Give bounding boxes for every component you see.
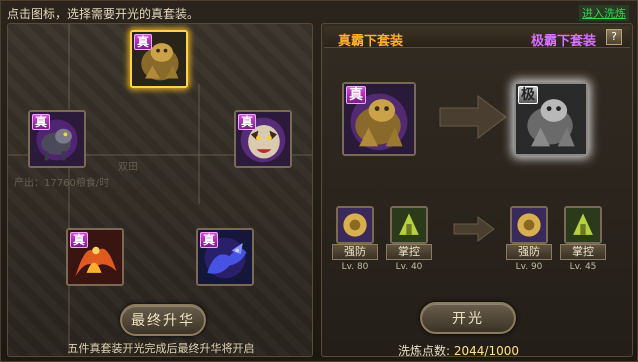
equipment-slot-bottom-left[interactable]: 真 — [66, 228, 124, 286]
skill-name: 强防 — [506, 244, 552, 260]
suit-selection-panel: 双田 产出：17760粮食/时 真 真 真 真 真 最终升华 五件真套装开光完成… — [7, 23, 313, 357]
current-suit-title: 真霸下套装 — [338, 34, 404, 49]
points-label: 洗炼点数: — [398, 344, 451, 358]
window-frame: 点击图标，选择需要开光的真套装。 进入洗炼 双田 产出：17760粮食/时 真 — [0, 0, 638, 362]
upgrade-header: 真霸下套装 极霸下套装 ? — [324, 26, 630, 49]
skill-level: Lv. 90 — [515, 262, 543, 272]
target-suit-title: 极霸下套装 — [530, 34, 596, 49]
shield-icon — [336, 206, 374, 244]
skill-control-target: 掌控 Lv. 45 — [560, 206, 606, 272]
true-tag: 真 — [134, 34, 153, 50]
skill-name: 掌控 — [386, 244, 432, 260]
target-suit-slot: 极 — [514, 82, 588, 156]
skill-control-current: 掌控 Lv. 40 — [386, 206, 432, 272]
skill-strong-defense-target: 强防 Lv. 90 — [506, 206, 552, 272]
shield-icon — [510, 206, 548, 244]
instruction-text: 点击图标，选择需要开光的真套装。 — [7, 7, 200, 21]
extreme-tag: 极 — [518, 86, 538, 104]
equipment-slot-right[interactable]: 真 — [234, 110, 292, 168]
true-tag: 真 — [346, 86, 366, 104]
skill-strong-defense-current: 强防 Lv. 80 — [332, 206, 378, 272]
map-road — [198, 84, 200, 204]
skill-name: 掌控 — [560, 244, 606, 260]
control-icon — [390, 206, 428, 244]
control-icon — [564, 206, 602, 244]
equipment-slot-bottom-right[interactable]: 真 — [196, 228, 254, 286]
skill-level: Lv. 45 — [569, 262, 597, 272]
equipment-slot-left[interactable]: 真 — [28, 110, 86, 168]
activate-button[interactable]: 开光 — [420, 302, 516, 334]
help-button[interactable]: ? — [606, 29, 622, 45]
map-label: 产出：17760粮食/时 — [14, 178, 110, 189]
final-sublimation-button[interactable]: 最终升华 — [120, 304, 206, 336]
upgrade-arrow-icon — [439, 95, 507, 139]
skill-level: Lv. 80 — [341, 262, 369, 272]
true-tag: 真 — [32, 114, 51, 130]
map-road — [68, 24, 70, 354]
skill-level: Lv. 40 — [395, 262, 423, 272]
true-tag: 真 — [200, 232, 219, 248]
map-label: 双田 — [118, 162, 138, 173]
true-tag: 真 — [238, 114, 257, 130]
points-value: 2044/1000 — [453, 344, 519, 358]
skill-name: 强防 — [332, 244, 378, 260]
true-tag: 真 — [70, 232, 89, 248]
sublimation-note: 五件真套装开光完成后最终升华将开启 — [67, 342, 255, 355]
upgrade-panel: 真霸下套装 极霸下套装 ? 真 极 强防 Lv. 80 掌控 Lv. 40 强防… — [321, 23, 633, 359]
skill-arrow-icon — [453, 216, 495, 242]
refine-points: 洗炼点数: 2044/1000 — [398, 342, 519, 359]
enter-refine-link[interactable]: 进入洗炼 — [579, 5, 629, 21]
current-suit-slot: 真 — [342, 82, 416, 156]
equipment-slot-top[interactable]: 真 — [130, 30, 188, 88]
